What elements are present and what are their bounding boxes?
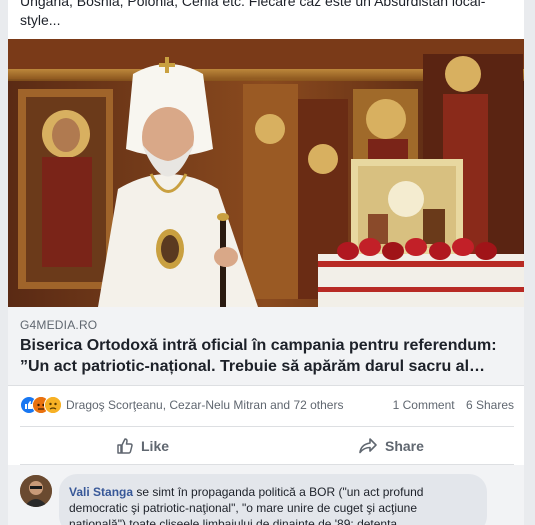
comment-bubble: Vali Stanga se simt în propaganda politi… (59, 474, 487, 525)
comment-author[interactable]: Vali Stanga (69, 485, 133, 499)
link-headline[interactable]: Biserica Ortodoxă intră oficial în campa… (20, 335, 514, 377)
comment-count[interactable]: 1 Comment (393, 398, 455, 412)
patriarch-photo (8, 39, 524, 307)
engagement-counts: 1 Comment 6 Shares (385, 398, 514, 412)
link-domain: G4MEDIA.RO (20, 318, 98, 332)
link-preview-meta[interactable]: G4MEDIA.RO Biserica Ortodoxă intră ofici… (8, 307, 524, 386)
comment-line-2: democratic şi patriotic-naţional", "o ma… (69, 501, 418, 515)
share-count[interactable]: 6 Shares (466, 398, 514, 412)
post-card: Ungaria, Bosnia, Polonia, Cehia etc. Fie… (8, 0, 524, 525)
post-text: Ungaria, Bosnia, Polonia, Cehia etc. Fie… (20, 0, 516, 30)
comment-body: Vali Stanga se simt în propaganda politi… (69, 484, 481, 525)
headline-line-1: Biserica Ortodoxă intră oficial în campa… (20, 337, 497, 354)
avatar[interactable] (20, 475, 52, 507)
thumbs-up-icon (117, 438, 133, 454)
post-text-line-1: Ungaria, Bosnia, Polonia, Cehia etc. Fie… (20, 0, 486, 9)
headline-line-2: ”Un act patriotic-național. Trebuie să a… (20, 358, 486, 375)
post-text-line-2: style... (20, 12, 61, 28)
like-label: Like (141, 438, 170, 454)
like-button[interactable]: Like (116, 428, 169, 464)
comment-line-3: naţională") toate clişeele limbajului de… (69, 517, 398, 525)
comments-section: Vali Stanga se simt în propaganda politi… (8, 465, 524, 525)
link-preview-image[interactable] (8, 39, 524, 307)
share-button[interactable]: Share (358, 428, 424, 464)
share-arrow-icon (359, 438, 377, 454)
divider-top (20, 426, 514, 427)
sad-reaction-icon[interactable] (44, 396, 62, 414)
reaction-names[interactable]: Dragoş Scorţeanu, Cezar-Nelu Mitran and … (66, 398, 343, 412)
reactions-bar: Dragoş Scorţeanu, Cezar-Nelu Mitran and … (20, 396, 514, 416)
comment-line-1: se simt în propaganda politică a BOR ("u… (136, 485, 424, 499)
share-label: Share (385, 438, 424, 454)
